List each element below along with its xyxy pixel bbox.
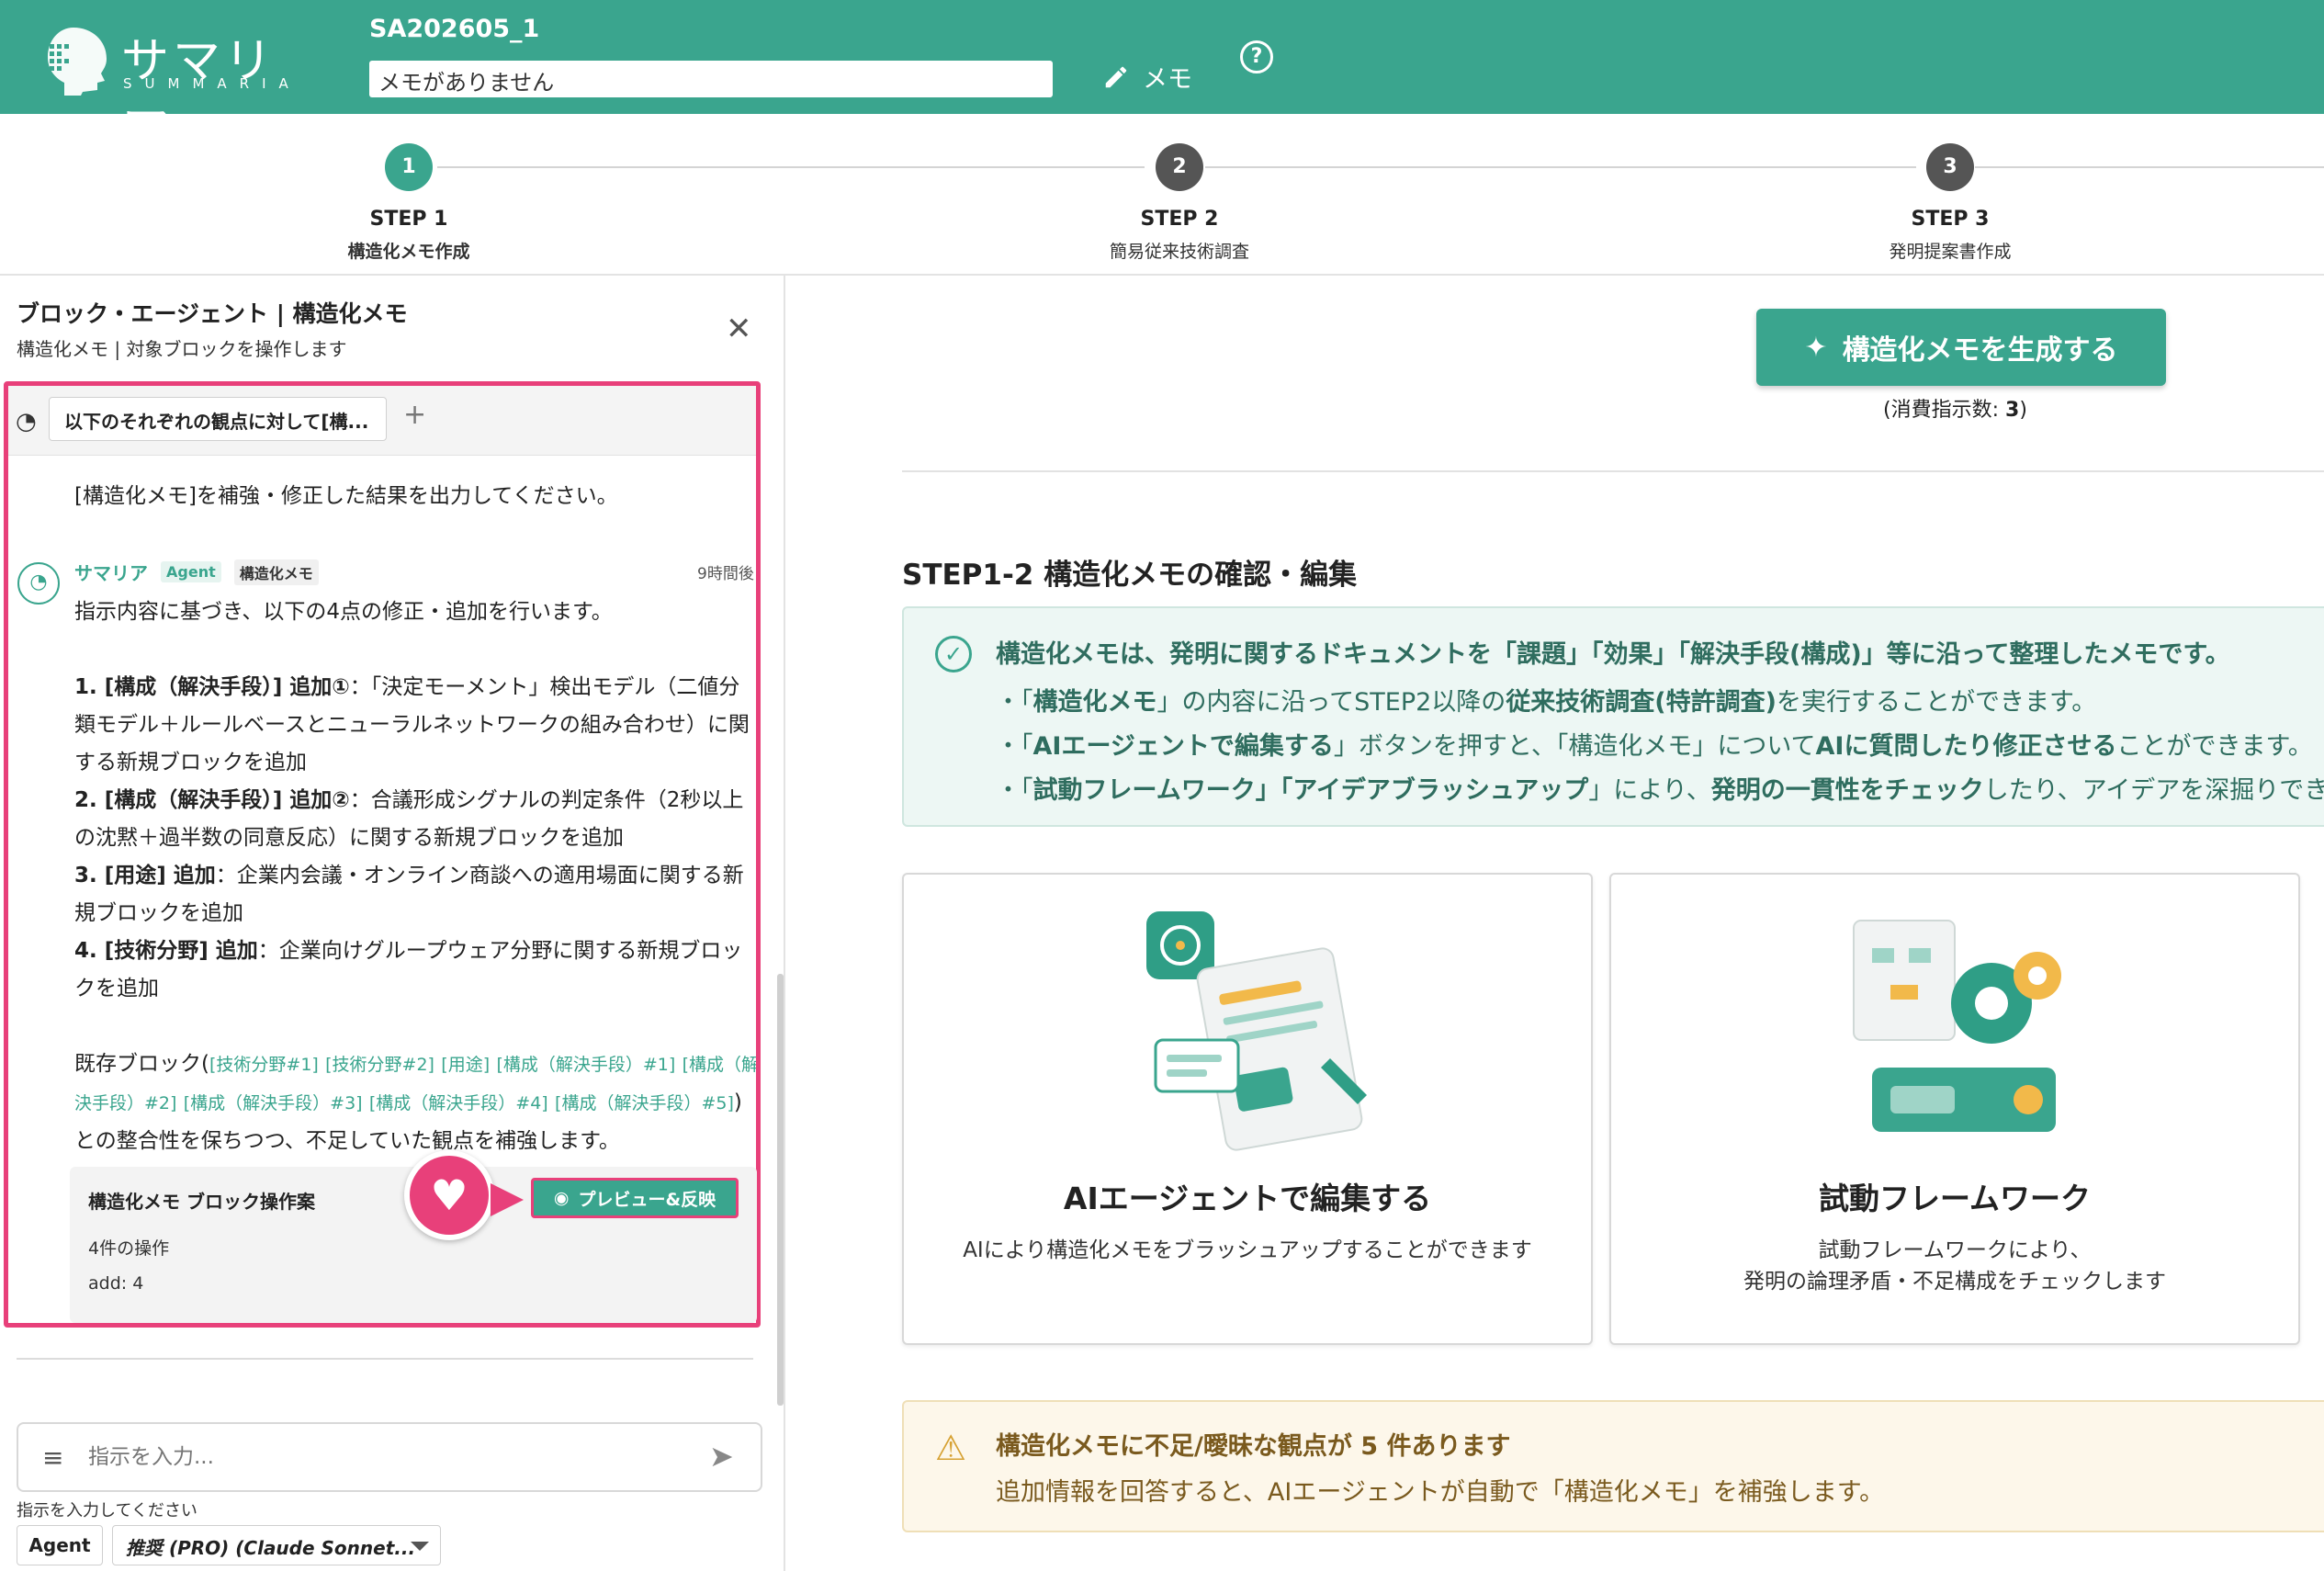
logo-head-icon (48, 28, 107, 96)
instruction-input-box: ≡ ➤ (17, 1422, 762, 1492)
list-item: 4. [技術分野] 追加：企業向けグループウェア分野に関する新規ブロックを追加 (74, 939, 743, 1000)
eye-icon: ◉ (553, 1188, 570, 1208)
step-2[interactable]: 2 STEP 2 簡易従来技術調査 (1042, 143, 1317, 263)
close-icon[interactable]: ✕ (726, 311, 752, 347)
bot-avatar-icon: ◔ (17, 562, 60, 605)
info-box: ✓ 構造化メモは、発明に関するドキュメントを「課題」「効果」「解決手段(構成)」… (902, 606, 2324, 827)
input-hint: 指示を入力してください (17, 1501, 197, 1520)
instruction-input[interactable] (88, 1439, 676, 1475)
chevron-down-icon (411, 1542, 429, 1551)
card-title: 試動フレームワーク (1818, 1181, 2091, 1216)
message-timestamp: 9時間後 (697, 565, 754, 583)
bot-meta: サマリア Agent 構造化メモ (74, 559, 319, 585)
warning-box[interactable]: ⚠ 構造化メモに不足/曖昧な観点が 5 件あります 追加情報を回答すると、AIエ… (902, 1400, 2324, 1532)
send-icon[interactable]: ➤ (709, 1439, 734, 1474)
memo-edit-label: メモ (1143, 65, 1192, 94)
agent-badge: Agent (161, 561, 221, 582)
generate-label: 構造化メモを生成する (1842, 334, 2118, 367)
step-progress: 1 STEP 1 構造化メモ作成 2 STEP 2 簡易従来技術調査 3 STE… (0, 114, 2324, 276)
summaria-logo[interactable]: サマリア SUMMARIA (37, 18, 312, 158)
app-header: サマリア SUMMARIA SA202605_1 メモがありません メモ ? (0, 0, 2324, 158)
preview-apply-button[interactable]: ◉ プレビュー&反映 (531, 1178, 739, 1218)
sparkle-icon: ✦ (1804, 331, 1828, 364)
help-icon[interactable]: ? (1240, 40, 1273, 73)
model-select[interactable]: 推奨 (PRO) (Claude Sonnet... (112, 1525, 441, 1565)
divider (17, 1358, 753, 1360)
panel-subtitle: 構造化メモ | 対象ブロックを操作します (17, 338, 347, 360)
bot-message: 指示内容に基づき、以下の4点の修正・追加を行います。 1. [構成（解決手段）]… (74, 593, 756, 1160)
operation-count: 4件の操作 (88, 1238, 170, 1259)
step-label: STEP 1 (369, 208, 448, 231)
card-description: 試動フレームワークにより、 発明の論理矛盾・不足構成をチェックします (1743, 1238, 2166, 1294)
logo-subtext: SUMMARIA (123, 75, 301, 92)
card-description: AIにより構造化メモをブラッシュアップすることができます (963, 1238, 1532, 1262)
ai-edit-illustration-icon (1146, 911, 1367, 1151)
step-number: 3 (1926, 143, 1974, 191)
add-tab-icon[interactable]: + (403, 399, 426, 431)
warning-icon: ⚠ (935, 1428, 967, 1468)
step-number: 1 (385, 143, 433, 191)
list-edit-icon: ≡ (42, 1442, 64, 1473)
pencil-icon (1105, 66, 1127, 87)
chat-tab-bar: ◔ 以下のそれぞれの観点に対して[構... + (8, 386, 756, 456)
check-circle-icon: ✓ (935, 636, 972, 672)
agent-icon: ◔ (16, 408, 37, 435)
chat-tab[interactable]: 以下のそれぞれの観点に対して[構... (49, 397, 387, 441)
agent-mode-button[interactable]: Agent (17, 1525, 103, 1565)
step-number: 2 (1156, 143, 1203, 191)
step-3[interactable]: 3 STEP 3 発明提案書作成 (1812, 143, 2088, 263)
trial-framework-card[interactable]: 試動フレームワーク 試動フレームワークにより、 発明の論理矛盾・不足構成をチェック… (1609, 873, 2300, 1345)
block-link[interactable]: [構成（解決手段）#5] (555, 1093, 734, 1113)
warning-text: 追加情報を回答すると、AIエージェントが自動で「構造化メモ」を補強します。 (996, 1478, 1885, 1507)
step-label: STEP 2 (1140, 208, 1219, 231)
info-line: ・「構造化メモ」の内容に沿ってSTEP2以降の従来技術調査(特許調査)を実行する… (996, 688, 2097, 717)
step-1[interactable]: 1 STEP 1 構造化メモ作成 (271, 143, 547, 263)
warning-heading: 構造化メモに不足/曖昧な観点が 5 件あります (996, 1432, 1511, 1461)
list-item: 1. [構成（解決手段）] 追加①：「決定モーメント」検出モデル（二値分類モデル… (74, 675, 750, 774)
consume-count: (消費指示数: 3) (1883, 399, 2027, 422)
generate-memo-button[interactable]: ✦ 構造化メモを生成する (1756, 309, 2166, 386)
framework-illustration-icon (1853, 920, 2061, 1132)
step-description: 発明提案書作成 (1889, 242, 2012, 262)
existing-blocks: 既存ブロック([技術分野#1] [技術分野#2] [用途] [構成（解決手段）#… (74, 1045, 756, 1160)
list-item: 3. [用途] 追加：企業内会議・オンライン商談への適用場面に関する新規ブロック… (74, 864, 744, 925)
user-message: [構造化メモ]を補強・修正した結果を出力してください。 (74, 484, 618, 508)
block-link[interactable]: [構成（解決手段）#3] (184, 1093, 363, 1113)
agent-panel: ブロック・エージェント | 構造化メモ 構造化メモ | 対象ブロックを操作します… (0, 276, 785, 1571)
operation-add: add: 4 (88, 1273, 144, 1294)
operation-title: 構造化メモ ブロック操作案 (88, 1191, 315, 1213)
info-heading: 構造化メモは、発明に関するドキュメントを「課題」「効果」「解決手段(構成)」等に… (996, 640, 2230, 669)
step-description: 簡易従来技術調査 (1109, 242, 1249, 262)
info-line: ・「AIエージェントで編集する」ボタンを押すと、「構造化メモ」についてAIに質問… (996, 732, 2313, 761)
preview-label: プレビュー&反映 (578, 1189, 716, 1210)
document-id: SA202605_1 (369, 15, 540, 43)
bot-name: サマリア (74, 562, 148, 584)
ai-agent-edit-card[interactable]: AIエージェントで編集する AIにより構造化メモをブラッシュアップすることができ… (902, 873, 1593, 1345)
step-label: STEP 3 (1911, 208, 1990, 231)
list-item: 2. [構成（解決手段）] 追加②：合議形成シグナルの判定条件（2秒以上の沈黙＋… (74, 788, 744, 850)
step-description: 構造化メモ作成 (347, 242, 470, 262)
block-link[interactable]: [技術分野#2] (325, 1055, 434, 1075)
operation-card: 構造化メモ ブロック操作案 4件の操作 add: 4 ♥ ◉ プレビュー&反映 (70, 1150, 757, 1323)
model-label: 推奨 (PRO) (Claude Sonnet... (126, 1537, 416, 1559)
block-link[interactable]: [技術分野#1] (209, 1055, 319, 1075)
block-link[interactable]: [構成（解決手段）#4] (369, 1093, 548, 1113)
card-title: AIエージェントで編集する (1063, 1181, 1432, 1216)
info-line: ・「試動フレームワーク」「アイデアブラッシュアップ」により、発明の一貫性をチェッ… (996, 776, 2324, 805)
scrollbar[interactable] (777, 974, 784, 1406)
heart-icon: ♥ (404, 1150, 494, 1240)
memo-field[interactable]: メモがありません (369, 61, 1053, 97)
bot-intro: 指示内容に基づき、以下の4点の修正・追加を行います。 (74, 600, 613, 624)
divider (902, 470, 2324, 472)
pointer-arrow (491, 1183, 524, 1216)
memo-edit-button[interactable]: メモ (1102, 59, 1192, 95)
memo-badge: 構造化メモ (233, 559, 319, 585)
block-link[interactable]: [構成（解決手段）#1] (496, 1055, 675, 1075)
panel-title: ブロック・エージェント | 構造化メモ (17, 300, 408, 327)
section-title: STEP1-2 構造化メモの確認・編集 (902, 559, 1358, 592)
block-link[interactable]: [用途] (441, 1055, 490, 1075)
